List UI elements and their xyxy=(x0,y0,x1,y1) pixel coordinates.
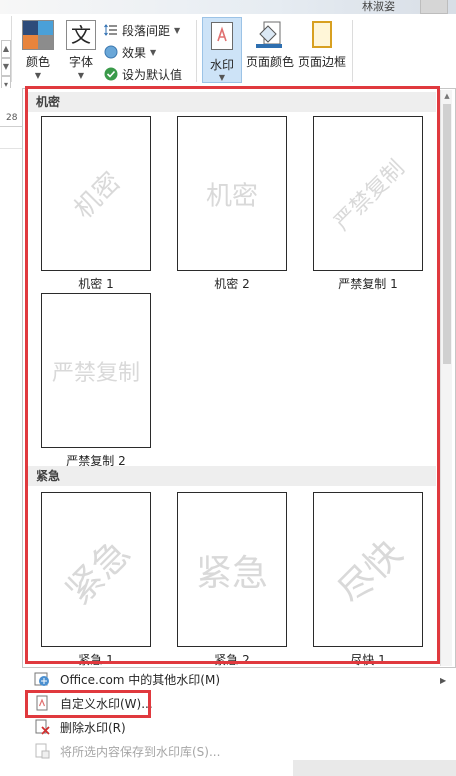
ribbon-left-edge: ▲ ▼ ▾ xyxy=(0,16,12,94)
user-name[interactable]: 林淑姿 xyxy=(362,0,395,14)
fonts-label: 字体 xyxy=(68,55,93,69)
status-bar-fragment xyxy=(293,760,456,776)
ribbon: 林淑姿 ▲ ▼ ▾ 颜色 ▼ 文 字体 ▼ 段落间距 ▼ 效果 ▼ 设为默认值 … xyxy=(0,0,456,94)
paragraph-spacing-label: 段落间距 xyxy=(122,23,171,38)
page-color-button[interactable]: 页面颜色 xyxy=(246,20,294,70)
effects-label: 效果 xyxy=(122,45,147,60)
color-swatch xyxy=(23,35,38,49)
chevron-down-icon: ▼ xyxy=(34,71,42,80)
fonts-icon: 文 xyxy=(66,20,96,50)
ruler-line xyxy=(0,126,22,127)
avatar[interactable] xyxy=(420,0,448,14)
colors-label: 颜色 xyxy=(25,55,50,69)
paragraph-spacing-button[interactable]: 段落间距 ▼ xyxy=(104,20,180,40)
set-default-button[interactable]: 设为默认值 xyxy=(104,64,182,84)
gallery-highlight-box xyxy=(25,86,440,664)
scroll-up-icon[interactable]: ▲ xyxy=(1,40,11,58)
colors-button[interactable]: 颜色 ▼ xyxy=(22,20,54,80)
menu-item-remove-watermark[interactable]: 删除水印(R) xyxy=(34,716,126,738)
watermark-button[interactable]: 水印 ▼ xyxy=(202,17,242,83)
office-com-icon xyxy=(34,672,49,686)
document-area xyxy=(0,88,22,688)
scroll-down-icon[interactable]: ▼ xyxy=(1,58,11,76)
group-divider xyxy=(196,20,197,82)
page-color-label: 页面颜色 xyxy=(246,55,295,69)
color-swatch xyxy=(38,35,53,49)
scroll-up-icon[interactable]: ▲ xyxy=(441,90,453,102)
menu-item-more-watermarks[interactable]: Office.com 中的其他水印(M) xyxy=(34,668,220,690)
fonts-button[interactable]: 文 字体 ▼ xyxy=(66,20,96,80)
page-color-icon xyxy=(256,21,282,48)
paragraph-spacing-icon xyxy=(104,24,117,36)
set-default-label: 设为默认值 xyxy=(122,67,183,82)
effects-button[interactable]: 效果 ▼ xyxy=(104,42,156,62)
menu-item-save-to-gallery[interactable]: 将所选内容保存到水印库(S)... xyxy=(34,740,220,762)
menu-item-label: Office.com 中的其他水印(M) xyxy=(60,672,221,687)
ruler-number: 28 xyxy=(6,113,18,123)
chevron-down-icon: ▼ xyxy=(174,25,181,35)
page-borders-icon xyxy=(312,21,332,48)
page-borders-label: 页面边框 xyxy=(298,55,347,69)
page-borders-button[interactable]: 页面边框 xyxy=(298,20,346,70)
color-swatch xyxy=(23,21,38,35)
effects-icon xyxy=(104,45,118,59)
remove-watermark-icon xyxy=(35,719,50,735)
group-divider xyxy=(352,20,353,82)
menu-item-label: 删除水印(R) xyxy=(60,720,126,735)
submenu-arrow-icon: ▶ xyxy=(440,676,447,685)
colors-icon xyxy=(22,20,54,50)
ruler-line xyxy=(0,148,22,149)
chevron-down-icon: ▼ xyxy=(77,71,85,80)
color-swatch xyxy=(38,21,53,35)
check-circle-icon xyxy=(104,67,118,81)
chevron-down-icon: ▼ xyxy=(218,73,226,82)
menu-item-label: 将所选内容保存到水印库(S)... xyxy=(60,744,221,759)
save-to-gallery-icon xyxy=(35,743,50,759)
watermark-icon xyxy=(211,22,233,50)
chevron-down-icon: ▼ xyxy=(150,47,157,57)
gallery-scrollbar[interactable]: ▲ xyxy=(440,90,452,666)
watermark-label: 水印 xyxy=(209,58,234,72)
scroll-thumb[interactable] xyxy=(443,104,451,364)
custom-watermark-highlight-box xyxy=(25,690,151,718)
